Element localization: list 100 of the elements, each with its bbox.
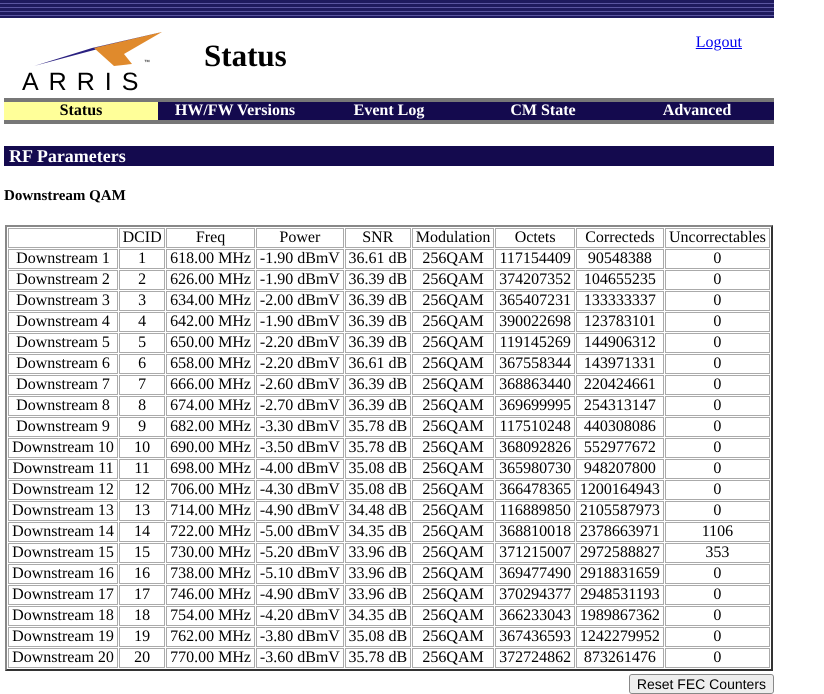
table-cell: 256QAM — [412, 312, 494, 332]
table-cell: Downstream 4 — [8, 312, 118, 332]
table-cell: 34.35 dB — [344, 522, 411, 542]
reset-fec-counters-button[interactable]: Reset FEC Counters — [628, 674, 774, 694]
table-cell: 104655235 — [576, 270, 664, 290]
table-cell: 256QAM — [412, 459, 494, 479]
table-cell: 12 — [119, 480, 166, 500]
table-cell: 2948531193 — [576, 585, 664, 605]
table-cell: 0 — [664, 249, 770, 269]
table-cell: 117510248 — [495, 417, 575, 437]
table-cell: 256QAM — [412, 564, 494, 584]
table-cell: 2105587973 — [576, 501, 664, 521]
table-cell: -5.10 dBmV — [256, 564, 344, 584]
table-cell: -3.30 dBmV — [256, 417, 344, 437]
table-cell: 365980730 — [495, 459, 575, 479]
table-cell: 0 — [664, 396, 770, 416]
nav-tab[interactable]: HW/FW Versions — [158, 102, 312, 120]
table-cell: 36.39 dB — [344, 291, 411, 311]
table-cell: 2 — [119, 270, 166, 290]
table-cell: Downstream 1 — [8, 249, 118, 269]
column-header: Modulation — [412, 228, 494, 248]
logo-wordmark: ARRIS — [22, 68, 148, 97]
table-cell: 256QAM — [412, 480, 494, 500]
column-header: DCID — [119, 228, 166, 248]
table-cell: 0 — [664, 417, 770, 437]
column-header: Octets — [495, 228, 575, 248]
table-cell: 16 — [119, 564, 166, 584]
table-cell: 35.78 dB — [344, 438, 411, 458]
table-cell: 256QAM — [412, 501, 494, 521]
table-cell: 440308086 — [576, 417, 664, 437]
table-cell: 36.61 dB — [344, 249, 411, 269]
nav-tab[interactable]: CM State — [466, 102, 620, 120]
table-cell: -4.30 dBmV — [256, 480, 344, 500]
table-cell: -4.00 dBmV — [256, 459, 344, 479]
column-header: Freq — [166, 228, 255, 248]
table-cell: 90548388 — [576, 249, 664, 269]
table-cell: 0 — [664, 627, 770, 647]
table-cell: 7 — [119, 375, 166, 395]
table-cell: Downstream 7 — [8, 375, 118, 395]
table-cell: 123783101 — [576, 312, 664, 332]
column-header: Uncorrectables — [664, 228, 770, 248]
table-cell: 1989867362 — [576, 606, 664, 626]
table-cell: -2.20 dBmV — [256, 354, 344, 374]
table-cell: 256QAM — [412, 291, 494, 311]
table-cell: -2.20 dBmV — [256, 333, 344, 353]
table-cell: 618.00 MHz — [166, 249, 255, 269]
table-cell: 0 — [664, 564, 770, 584]
table-cell: -2.60 dBmV — [256, 375, 344, 395]
table-cell: 33.96 dB — [344, 543, 411, 563]
table-cell: 722.00 MHz — [166, 522, 255, 542]
table-cell: 254313147 — [576, 396, 664, 416]
table-cell: 0 — [664, 585, 770, 605]
table-cell: -4.20 dBmV — [256, 606, 344, 626]
nav-tab[interactable]: Status — [4, 102, 158, 120]
table-cell: 35.78 dB — [344, 648, 411, 668]
table-cell: 0 — [664, 291, 770, 311]
table-cell: 366478365 — [495, 480, 575, 500]
table-cell: 36.39 dB — [344, 270, 411, 290]
logout-link[interactable]: Logout — [696, 34, 742, 52]
table-cell: 35.08 dB — [344, 480, 411, 500]
table-cell: 36.61 dB — [344, 354, 411, 374]
table-cell: 770.00 MHz — [166, 648, 255, 668]
table-cell: Downstream 3 — [8, 291, 118, 311]
table-cell: 738.00 MHz — [166, 564, 255, 584]
table-cell: 0 — [664, 501, 770, 521]
table-cell: 256QAM — [412, 543, 494, 563]
table-cell: -1.90 dBmV — [256, 249, 344, 269]
table-cell: 256QAM — [412, 249, 494, 269]
table-cell: 365407231 — [495, 291, 575, 311]
table-cell: -1.90 dBmV — [256, 270, 344, 290]
table-cell: 36.39 dB — [344, 375, 411, 395]
nav-tab[interactable]: Event Log — [312, 102, 466, 120]
table-cell: Downstream 13 — [8, 501, 118, 521]
table-cell: 552977672 — [576, 438, 664, 458]
table-cell: -4.90 dBmV — [256, 585, 344, 605]
table-cell: 36.39 dB — [344, 312, 411, 332]
table-cell: 730.00 MHz — [166, 543, 255, 563]
table-cell: 14 — [119, 522, 166, 542]
table-cell: 1 — [119, 249, 166, 269]
table-cell: Downstream 14 — [8, 522, 118, 542]
column-header: Correcteds — [576, 228, 664, 248]
table-cell: 666.00 MHz — [166, 375, 255, 395]
nav-tab[interactable]: Advanced — [620, 102, 774, 120]
table-cell: 3 — [119, 291, 166, 311]
table-cell: 0 — [664, 333, 770, 353]
table-cell: 368092826 — [495, 438, 575, 458]
table-cell: 144906312 — [576, 333, 664, 353]
table-cell: 0 — [664, 270, 770, 290]
table-cell: 367436593 — [495, 627, 575, 647]
table-cell: 35.08 dB — [344, 459, 411, 479]
table-cell: 36.39 dB — [344, 333, 411, 353]
table-cell: 374207352 — [495, 270, 575, 290]
table-cell: 650.00 MHz — [166, 333, 255, 353]
table-cell: 18 — [119, 606, 166, 626]
table-cell: 371215007 — [495, 543, 575, 563]
table-cell: -5.00 dBmV — [256, 522, 344, 542]
table-cell: Downstream 16 — [8, 564, 118, 584]
table-cell: 0 — [664, 648, 770, 668]
table-cell: 15 — [119, 543, 166, 563]
table-cell: 368863440 — [495, 375, 575, 395]
